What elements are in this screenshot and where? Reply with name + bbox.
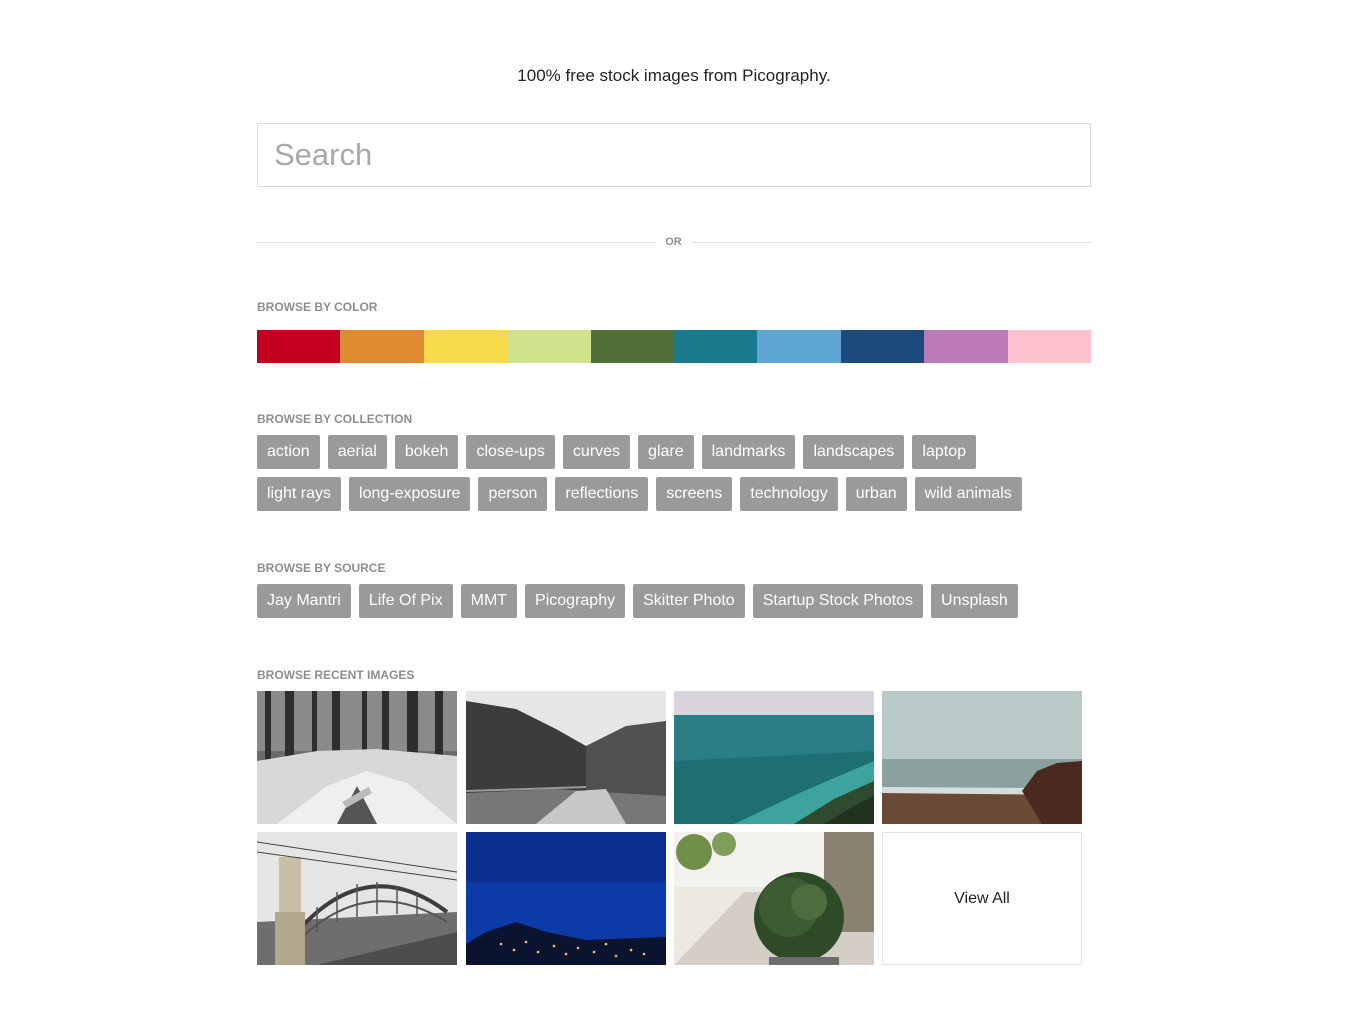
collection-tag-list: action aerial bokeh close-ups curves glare lan… (257, 435, 1057, 511)
collection-tag-light-rays[interactable]: light rays (257, 477, 342, 511)
collection-tag-laptop[interactable]: laptop (912, 435, 976, 469)
recent-image-mountain-valley-road[interactable] (466, 691, 666, 824)
collection-tag-person[interactable]: person (478, 477, 548, 511)
browse-by-source-heading: BROWSE BY SOURCE (257, 561, 386, 575)
arched-bridge-photo (257, 832, 457, 965)
collection-tag-screens[interactable]: screens (656, 477, 733, 511)
collection-tag-technology[interactable]: technology (740, 477, 838, 511)
collection-tag-wild-animals[interactable]: wild animals (914, 477, 1022, 511)
collection-tag-aerial[interactable]: aerial (327, 435, 387, 469)
color-swatch-red[interactable] (257, 330, 341, 363)
source-tag-mmt[interactable]: MMT (460, 584, 518, 618)
color-swatch-orange[interactable] (340, 330, 424, 363)
color-swatch-dark-green[interactable] (590, 330, 675, 363)
color-swatch-teal[interactable] (674, 330, 758, 363)
night-town-hills-photo (466, 832, 666, 965)
collection-tag-landmarks[interactable]: landmarks (701, 435, 796, 469)
color-swatch-bar (257, 330, 1092, 363)
collection-tag-long-exposure[interactable]: long-exposure (349, 477, 471, 511)
snowy-forest-creek-photo (257, 691, 457, 824)
collection-tag-close-ups[interactable]: close-ups (466, 435, 555, 469)
color-swatch-purple[interactable] (924, 330, 1008, 363)
misty-beach-cliff-photo (882, 691, 1082, 824)
collection-tag-reflections[interactable]: reflections (555, 477, 649, 511)
search-input[interactable] (257, 123, 1091, 187)
collection-tag-landscapes[interactable]: landscapes (803, 435, 905, 469)
divider-line-left (257, 242, 655, 243)
divider-line-right (692, 242, 1091, 243)
color-swatch-pink[interactable] (1007, 330, 1092, 363)
color-swatch-light-blue[interactable] (757, 330, 841, 363)
recent-image-round-shrub-sidewalk[interactable] (674, 832, 874, 965)
turquoise-ocean-coast-photo (674, 691, 874, 824)
collection-tag-action[interactable]: action (257, 435, 320, 469)
recent-image-night-town-hills[interactable] (466, 832, 666, 965)
source-tag-list: Jay Mantri Life Of Pix MMT Picography Skitte… (257, 584, 1091, 618)
source-tag-skitter-photo[interactable]: Skitter Photo (633, 584, 745, 618)
mountain-valley-road-photo (466, 691, 666, 824)
browse-by-color-heading: BROWSE BY COLOR (257, 300, 378, 314)
recent-image-turquoise-ocean-coast[interactable] (674, 691, 874, 824)
collection-tag-bokeh[interactable]: bokeh (394, 435, 459, 469)
color-swatch-light-green[interactable] (507, 330, 591, 363)
source-tag-picography[interactable]: Picography (525, 584, 626, 618)
color-swatch-navy[interactable] (840, 330, 925, 363)
view-all-button[interactable]: View All (882, 832, 1082, 965)
browse-recent-images-heading: BROWSE RECENT IMAGES (257, 668, 415, 682)
recent-image-arched-bridge[interactable] (257, 832, 457, 965)
source-tag-startup-stock-photos[interactable]: Startup Stock Photos (752, 584, 924, 618)
color-swatch-yellow[interactable] (423, 330, 508, 363)
source-tag-unsplash[interactable]: Unsplash (931, 584, 1018, 618)
collection-tag-curves[interactable]: curves (562, 435, 631, 469)
round-shrub-sidewalk-photo (674, 832, 874, 965)
recent-image-misty-beach-cliff[interactable] (882, 691, 1082, 824)
browse-by-collection-heading: BROWSE BY COLLECTION (257, 412, 413, 426)
source-tag-life-of-pix[interactable]: Life Of Pix (358, 584, 453, 618)
or-label: OR (665, 236, 682, 248)
collection-tag-glare[interactable]: glare (638, 435, 694, 469)
tagline: 100% free stock images from Picography. (517, 66, 831, 85)
collection-tag-urban[interactable]: urban (845, 477, 907, 511)
source-tag-jay-mantri[interactable]: Jay Mantri (257, 584, 351, 618)
or-divider: OR (257, 234, 1091, 252)
recent-image-snowy-forest-creek[interactable] (257, 691, 457, 824)
